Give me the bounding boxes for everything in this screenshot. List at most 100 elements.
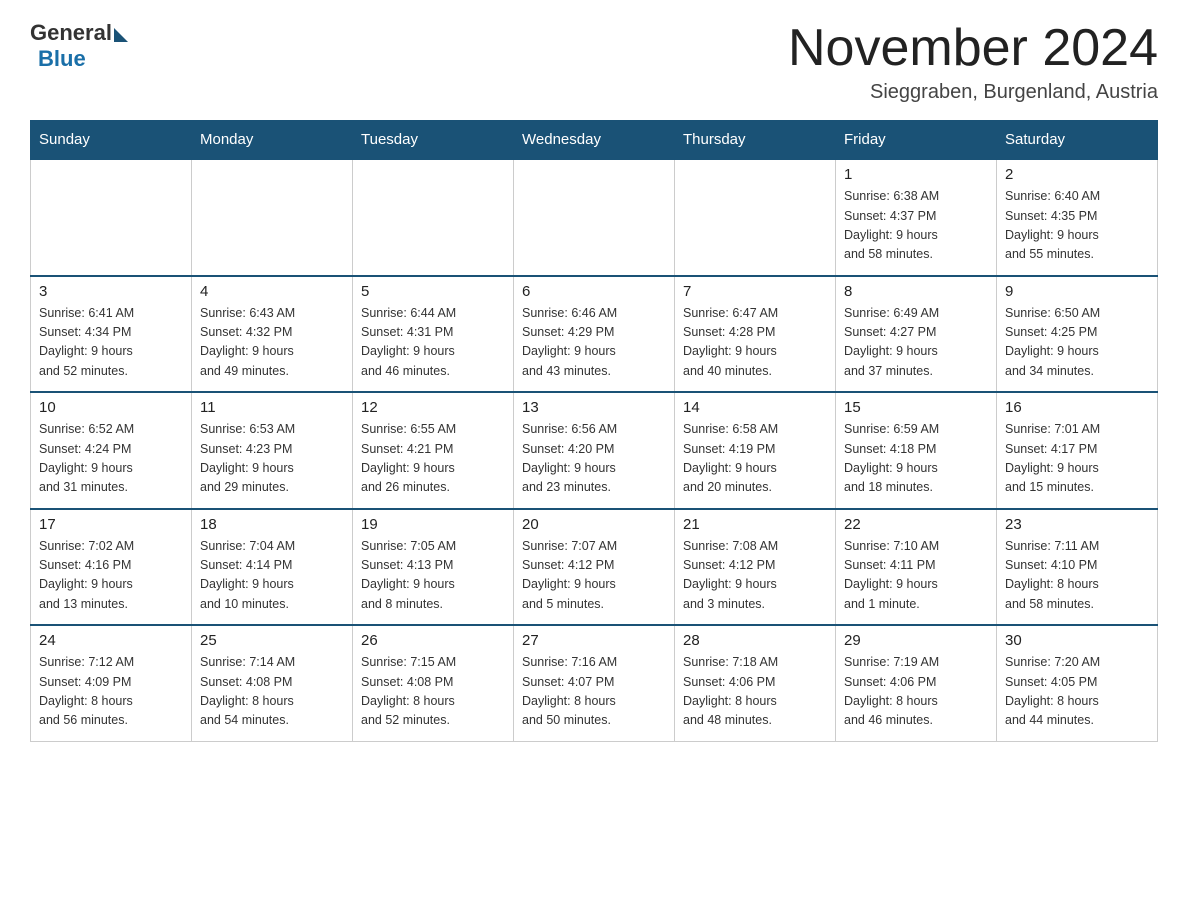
day-number: 26 xyxy=(361,632,505,649)
location-subtitle: Sieggraben, Burgenland, Austria xyxy=(788,81,1158,104)
logo-triangle-icon xyxy=(114,28,128,42)
week-row-3: 10Sunrise: 6:52 AM Sunset: 4:24 PM Dayli… xyxy=(31,392,1158,509)
day-number: 11 xyxy=(200,399,344,416)
calendar-cell: 11 Sunrise: 6:53 AM Sunset: 4:23 PM Dayli… xyxy=(192,392,353,509)
calendar-cell: 10Sunrise: 6:52 AM Sunset: 4:24 PM Dayli… xyxy=(31,392,192,509)
day-number: 12 xyxy=(361,399,505,416)
day-info: Sunrise: 6:58 AM Sunset: 4:19 PM Dayligh… xyxy=(683,420,827,498)
day-info: Sunrise: 7:14 AM Sunset: 4:08 PM Dayligh… xyxy=(200,653,344,731)
day-number: 2 xyxy=(1005,166,1149,183)
calendar-cell: 22Sunrise: 7:10 AM Sunset: 4:11 PM Dayli… xyxy=(836,509,997,626)
day-info: Sunrise: 7:01 AM Sunset: 4:17 PM Dayligh… xyxy=(1005,420,1149,498)
day-info: Sunrise: 6:41 AM Sunset: 4:34 PM Dayligh… xyxy=(39,304,183,382)
calendar-cell: 23 Sunrise: 7:11 AM Sunset: 4:10 PM Dayli… xyxy=(997,509,1158,626)
day-number: 16 xyxy=(1005,399,1149,416)
day-info: Sunrise: 7:10 AM Sunset: 4:11 PM Dayligh… xyxy=(844,537,988,615)
logo-blue-text: Blue xyxy=(38,46,86,72)
day-number: 28 xyxy=(683,632,827,649)
weekday-header-monday: Monday xyxy=(192,121,353,160)
day-info: Sunrise: 7:11 AM Sunset: 4:10 PM Dayligh… xyxy=(1005,537,1149,615)
week-row-4: 17 Sunrise: 7:02 AM Sunset: 4:16 PM Dayli… xyxy=(31,509,1158,626)
day-info: Sunrise: 7:12 AM Sunset: 4:09 PM Dayligh… xyxy=(39,653,183,731)
day-info: Sunrise: 7:15 AM Sunset: 4:08 PM Dayligh… xyxy=(361,653,505,731)
weekday-header-thursday: Thursday xyxy=(675,121,836,160)
day-info: Sunrise: 7:20 AM Sunset: 4:05 PM Dayligh… xyxy=(1005,653,1149,731)
day-number: 29 xyxy=(844,632,988,649)
calendar-cell xyxy=(31,159,192,276)
calendar-cell: 1Sunrise: 6:38 AM Sunset: 4:37 PM Daylig… xyxy=(836,159,997,276)
calendar-cell: 30 Sunrise: 7:20 AM Sunset: 4:05 PM Dayli… xyxy=(997,625,1158,741)
logo: General Blue xyxy=(30,20,128,72)
calendar-cell: 8 Sunrise: 6:49 AM Sunset: 4:27 PM Daylig… xyxy=(836,276,997,393)
title-block: November 2024 Sieggraben, Burgenland, Au… xyxy=(788,20,1158,104)
day-info: Sunrise: 7:19 AM Sunset: 4:06 PM Dayligh… xyxy=(844,653,988,731)
day-info: Sunrise: 6:49 AM Sunset: 4:27 PM Dayligh… xyxy=(844,304,988,382)
calendar-cell xyxy=(675,159,836,276)
day-info: Sunrise: 6:43 AM Sunset: 4:32 PM Dayligh… xyxy=(200,304,344,382)
calendar-cell: 9 Sunrise: 6:50 AM Sunset: 4:25 PM Daylig… xyxy=(997,276,1158,393)
calendar-cell: 20 Sunrise: 7:07 AM Sunset: 4:12 PM Dayli… xyxy=(514,509,675,626)
calendar-cell: 28Sunrise: 7:18 AM Sunset: 4:06 PM Dayli… xyxy=(675,625,836,741)
calendar-cell xyxy=(514,159,675,276)
day-number: 3 xyxy=(39,283,183,300)
calendar-cell xyxy=(353,159,514,276)
week-row-2: 3 Sunrise: 6:41 AM Sunset: 4:34 PM Daylig… xyxy=(31,276,1158,393)
day-info: Sunrise: 7:05 AM Sunset: 4:13 PM Dayligh… xyxy=(361,537,505,615)
logo-general-text: General xyxy=(30,20,112,46)
day-number: 23 xyxy=(1005,516,1149,533)
week-row-1: 1Sunrise: 6:38 AM Sunset: 4:37 PM Daylig… xyxy=(31,159,1158,276)
calendar-cell: 16 Sunrise: 7:01 AM Sunset: 4:17 PM Dayli… xyxy=(997,392,1158,509)
calendar-cell: 26 Sunrise: 7:15 AM Sunset: 4:08 PM Dayli… xyxy=(353,625,514,741)
month-year-title: November 2024 xyxy=(788,20,1158,77)
day-info: Sunrise: 7:02 AM Sunset: 4:16 PM Dayligh… xyxy=(39,537,183,615)
day-number: 7 xyxy=(683,283,827,300)
day-number: 13 xyxy=(522,399,666,416)
day-number: 27 xyxy=(522,632,666,649)
day-info: Sunrise: 6:44 AM Sunset: 4:31 PM Dayligh… xyxy=(361,304,505,382)
day-number: 17 xyxy=(39,516,183,533)
calendar-cell: 13Sunrise: 6:56 AM Sunset: 4:20 PM Dayli… xyxy=(514,392,675,509)
calendar-cell xyxy=(192,159,353,276)
day-number: 14 xyxy=(683,399,827,416)
weekday-header-friday: Friday xyxy=(836,121,997,160)
calendar-cell: 29 Sunrise: 7:19 AM Sunset: 4:06 PM Dayli… xyxy=(836,625,997,741)
weekday-header-row: SundayMondayTuesdayWednesdayThursdayFrid… xyxy=(31,121,1158,160)
calendar-cell: 7Sunrise: 6:47 AM Sunset: 4:28 PM Daylig… xyxy=(675,276,836,393)
day-number: 10 xyxy=(39,399,183,416)
day-number: 1 xyxy=(844,166,988,183)
day-info: Sunrise: 6:46 AM Sunset: 4:29 PM Dayligh… xyxy=(522,304,666,382)
day-info: Sunrise: 6:40 AM Sunset: 4:35 PM Dayligh… xyxy=(1005,187,1149,265)
calendar-cell: 15 Sunrise: 6:59 AM Sunset: 4:18 PM Dayli… xyxy=(836,392,997,509)
calendar-cell: 2 Sunrise: 6:40 AM Sunset: 4:35 PM Daylig… xyxy=(997,159,1158,276)
day-info: Sunrise: 7:08 AM Sunset: 4:12 PM Dayligh… xyxy=(683,537,827,615)
weekday-header-tuesday: Tuesday xyxy=(353,121,514,160)
calendar-cell: 24 Sunrise: 7:12 AM Sunset: 4:09 PM Dayli… xyxy=(31,625,192,741)
weekday-header-saturday: Saturday xyxy=(997,121,1158,160)
day-info: Sunrise: 6:53 AM Sunset: 4:23 PM Dayligh… xyxy=(200,420,344,498)
day-number: 18 xyxy=(200,516,344,533)
day-number: 8 xyxy=(844,283,988,300)
calendar-cell: 17 Sunrise: 7:02 AM Sunset: 4:16 PM Dayli… xyxy=(31,509,192,626)
calendar-cell: 25 Sunrise: 7:14 AM Sunset: 4:08 PM Dayli… xyxy=(192,625,353,741)
weekday-header-wednesday: Wednesday xyxy=(514,121,675,160)
day-info: Sunrise: 6:55 AM Sunset: 4:21 PM Dayligh… xyxy=(361,420,505,498)
day-number: 19 xyxy=(361,516,505,533)
week-row-5: 24 Sunrise: 7:12 AM Sunset: 4:09 PM Dayli… xyxy=(31,625,1158,741)
day-number: 25 xyxy=(200,632,344,649)
day-number: 21 xyxy=(683,516,827,533)
calendar-cell: 19 Sunrise: 7:05 AM Sunset: 4:13 PM Dayli… xyxy=(353,509,514,626)
day-number: 30 xyxy=(1005,632,1149,649)
day-number: 20 xyxy=(522,516,666,533)
calendar-cell: 27Sunrise: 7:16 AM Sunset: 4:07 PM Dayli… xyxy=(514,625,675,741)
day-info: Sunrise: 6:50 AM Sunset: 4:25 PM Dayligh… xyxy=(1005,304,1149,382)
day-number: 5 xyxy=(361,283,505,300)
calendar-cell: 12 Sunrise: 6:55 AM Sunset: 4:21 PM Dayli… xyxy=(353,392,514,509)
calendar-cell: 6Sunrise: 6:46 AM Sunset: 4:29 PM Daylig… xyxy=(514,276,675,393)
day-number: 24 xyxy=(39,632,183,649)
calendar-cell: 3 Sunrise: 6:41 AM Sunset: 4:34 PM Daylig… xyxy=(31,276,192,393)
day-number: 15 xyxy=(844,399,988,416)
day-number: 4 xyxy=(200,283,344,300)
day-number: 9 xyxy=(1005,283,1149,300)
day-info: Sunrise: 6:59 AM Sunset: 4:18 PM Dayligh… xyxy=(844,420,988,498)
day-info: Sunrise: 7:07 AM Sunset: 4:12 PM Dayligh… xyxy=(522,537,666,615)
